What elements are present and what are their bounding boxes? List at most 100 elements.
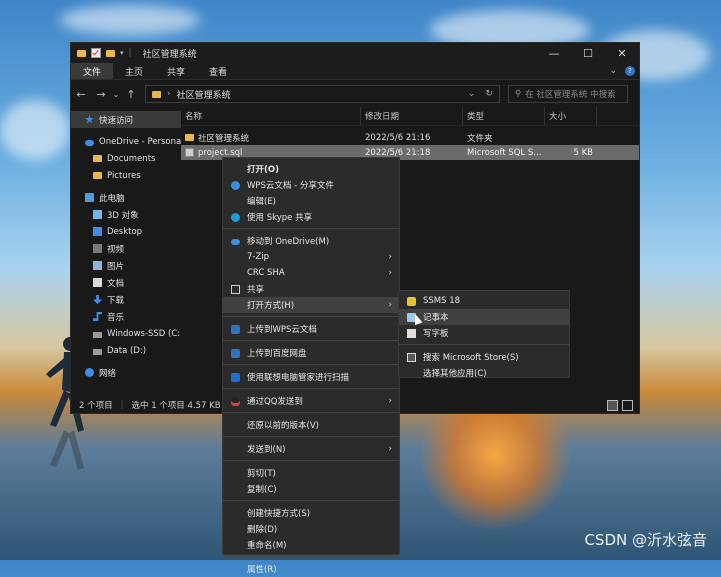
search-box[interactable]: ⚲ 在 社区管理系统 中搜索 [508, 85, 628, 103]
sidebar-item[interactable]: OneDrive - Persona [71, 133, 181, 150]
open-with-item-label: 搜索 Microsoft Store(S) [423, 353, 519, 363]
folder-icon [93, 172, 102, 179]
tab-home[interactable]: 主页 [113, 63, 155, 79]
open-with-item-label: SSMS 18 [423, 296, 461, 306]
sidebar-item[interactable]: Windows-SSD (C:) [71, 325, 181, 342]
recent-locations-icon[interactable]: ⌄ [111, 90, 121, 99]
wps-icon [231, 181, 240, 190]
open-with-item[interactable]: 选择其他应用(C) [399, 365, 569, 381]
menu-item[interactable]: 使用 Skype 共享 [223, 209, 399, 225]
menu-item[interactable]: 创建快捷方式(S) [223, 505, 399, 521]
menu-item[interactable]: 剪切(T) [223, 465, 399, 481]
open-with-item[interactable]: SSMS 18 [399, 293, 569, 309]
menu-item[interactable]: 通过QQ发送到 › [223, 393, 399, 409]
chevron-right-icon: › [388, 300, 392, 310]
back-icon[interactable]: ← [71, 88, 91, 101]
menu-separator [223, 228, 399, 229]
up-icon[interactable]: ↑ [121, 88, 141, 101]
menu-item-label: 使用 Skype 共享 [247, 213, 313, 223]
navigation-pane: 快速访问 OneDrive - Persona Documents Pictures 此… [71, 107, 181, 397]
menu-separator [223, 436, 399, 437]
address-bar[interactable]: › 社区管理系统 ⌄ ↻ [145, 85, 500, 103]
quick-access-toolbar-dropdown-icon[interactable]: ▾ [120, 49, 124, 57]
column-size[interactable]: 大小 [545, 107, 597, 125]
chevron-right-icon: › [388, 252, 392, 262]
file-name: 社区管理系统 [198, 133, 250, 144]
maximize-button[interactable]: ☐ [571, 43, 605, 63]
menu-item[interactable]: 还原以前的版本(V) [223, 417, 399, 433]
column-type[interactable]: 类型 [463, 107, 545, 125]
close-button[interactable]: ✕ [605, 43, 639, 63]
sidebar-item[interactable]: Documents [71, 150, 181, 167]
column-name[interactable]: 名称 [181, 107, 361, 125]
menu-item[interactable]: 移动到 OneDrive(M) [223, 233, 399, 249]
menu-item[interactable]: CRC SHA › [223, 265, 399, 281]
menu-item-label: 共享 [247, 285, 265, 295]
folder-icon [185, 134, 194, 141]
sql-file-icon [185, 148, 194, 157]
menu-item-label: 7-Zip [247, 252, 270, 262]
menu-item[interactable]: 重命名(M) [223, 537, 399, 553]
sidebar-item[interactable]: 网络 [71, 364, 181, 381]
menu-item[interactable]: 使用联想电脑管家进行扫描 [223, 369, 399, 385]
menu-item[interactable]: 打开(O) [223, 161, 399, 177]
forward-icon[interactable]: → [91, 88, 111, 101]
menu-item[interactable]: 打开方式(H) › [223, 297, 399, 313]
minimize-button[interactable]: — [537, 43, 571, 63]
expand-ribbon-icon[interactable]: ⌄ [609, 66, 617, 76]
menu-item[interactable]: 7-Zip › [223, 249, 399, 265]
watermark: CSDN @沂水弦音 [584, 531, 707, 549]
new-folder-icon[interactable] [106, 49, 115, 57]
open-with-item[interactable]: 写字板 [399, 325, 569, 341]
menu-item[interactable]: 属性(R) [223, 561, 399, 577]
menu-item-label: 打开方式(H) [247, 301, 295, 311]
large-icons-view-icon[interactable] [622, 399, 633, 411]
skype-icon [231, 213, 240, 222]
menu-item[interactable]: 编辑(E) [223, 193, 399, 209]
sidebar-item-label: Desktop [107, 226, 143, 237]
sidebar-item[interactable]: 快速访问 [71, 111, 181, 128]
sidebar-item[interactable]: 音乐 [71, 308, 181, 325]
column-header-row: 名称 修改日期 类型 大小 [181, 107, 639, 126]
sidebar-item[interactable]: 3D 对象 [71, 206, 181, 223]
help-icon[interactable]: ? [625, 66, 635, 76]
menu-separator [223, 412, 399, 413]
tab-file[interactable]: 文件 [71, 63, 114, 79]
address-dropdown-icon[interactable]: ⌄ [468, 89, 476, 99]
sidebar-item[interactable]: 下载 [71, 291, 181, 308]
open-with-item[interactable]: 搜索 Microsoft Store(S) [399, 349, 569, 365]
file-date: 2022/5/6 21:18 [365, 147, 431, 158]
column-date[interactable]: 修改日期 [361, 107, 463, 125]
menu-item[interactable]: WPS云文档 - 分享文件 [223, 177, 399, 193]
sidebar-item[interactable]: 文档 [71, 274, 181, 291]
drive-icon [93, 331, 102, 338]
properties-icon[interactable] [91, 48, 101, 58]
picture-icon [93, 261, 102, 270]
sidebar-item[interactable]: 视频 [71, 240, 181, 257]
tab-view[interactable]: 查看 [197, 63, 239, 79]
file-type: Microsoft SQL S... [467, 147, 542, 158]
menu-item[interactable]: 复制(C) [223, 481, 399, 497]
menu-item-label: CRC SHA [247, 268, 285, 278]
menu-item-label: 使用联想电脑管家进行扫描 [247, 373, 350, 383]
menu-item[interactable]: 删除(D) [223, 521, 399, 537]
refresh-icon[interactable]: ↻ [485, 89, 493, 99]
sidebar-item[interactable]: Pictures [71, 167, 181, 184]
menu-item-label: 通过QQ发送到 [247, 397, 303, 407]
sidebar-item[interactable]: 此电脑 [71, 189, 181, 206]
table-row[interactable]: 社区管理系统 2022/5/6 21:16 文件夹 [181, 130, 639, 145]
menu-item[interactable]: 上传到WPS云文档 [223, 321, 399, 337]
menu-item[interactable]: 上传到百度网盘 [223, 345, 399, 361]
breadcrumb-separator-icon: › [167, 89, 171, 99]
details-view-icon[interactable] [607, 399, 618, 411]
menu-item[interactable]: 共享 [223, 281, 399, 297]
breadcrumb[interactable]: 社区管理系统 [177, 88, 231, 101]
sidebar-item[interactable]: Data (D:) [71, 342, 181, 359]
sidebar-item[interactable]: Desktop [71, 223, 181, 240]
menu-item[interactable]: 发送到(N) › [223, 441, 399, 457]
sidebar-item[interactable]: 图片 [71, 257, 181, 274]
chevron-right-icon: › [388, 268, 392, 278]
open-with-item[interactable]: 记事本 [399, 309, 569, 325]
chevron-right-icon: › [388, 444, 392, 454]
tab-share[interactable]: 共享 [155, 63, 197, 79]
